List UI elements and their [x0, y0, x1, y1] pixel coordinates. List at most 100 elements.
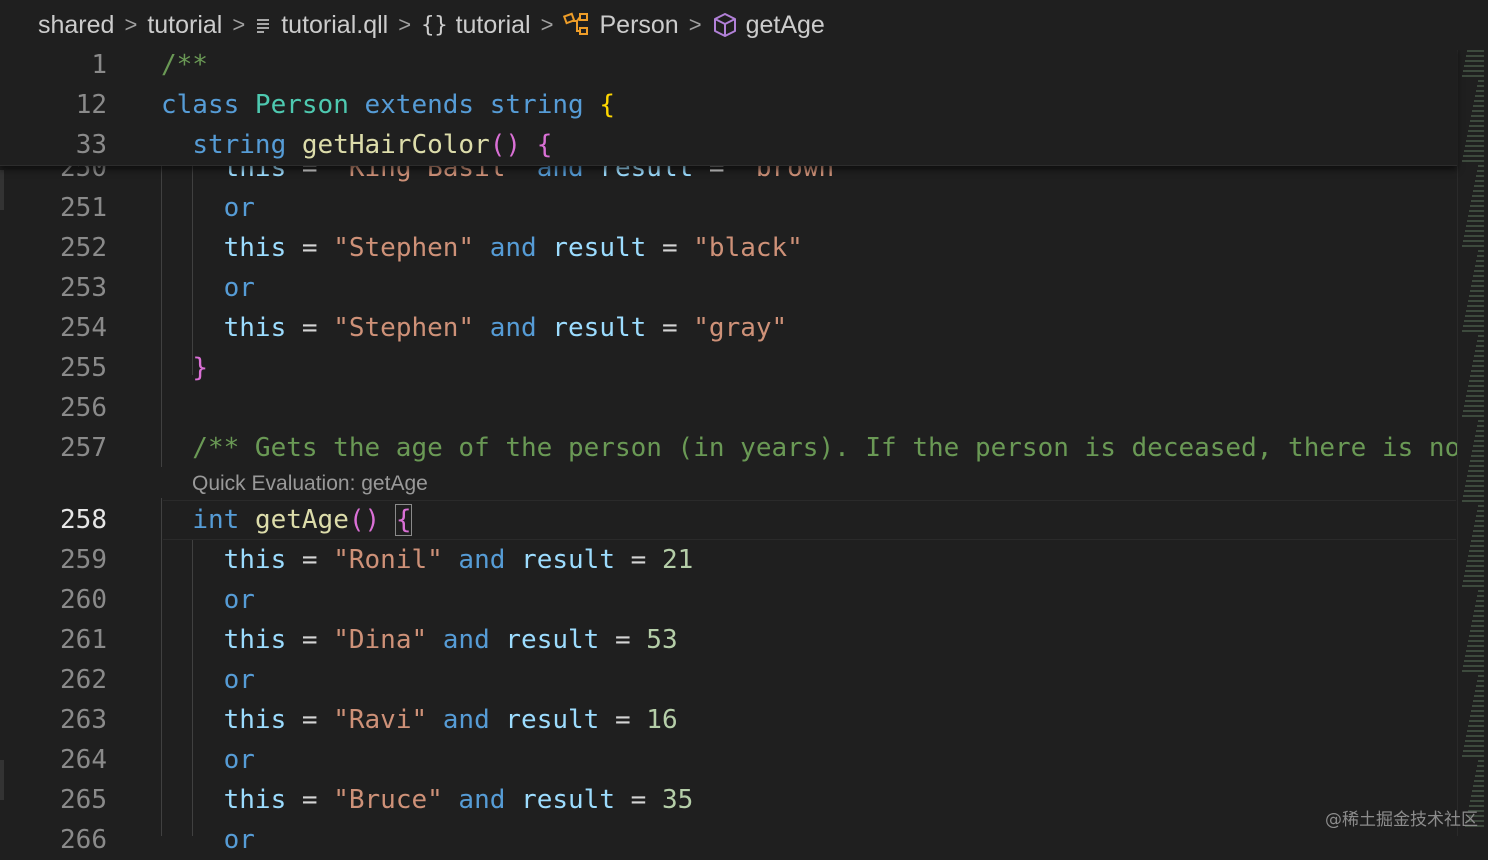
code-token: =	[286, 705, 334, 735]
code-token: {	[536, 130, 553, 160]
line-number: 259	[60, 545, 107, 575]
minimap-line	[1466, 310, 1484, 312]
line-number: 12	[75, 90, 107, 120]
code-line[interactable]: 257 /** Gets the age of the person (in y…	[0, 428, 1460, 468]
code-token: =	[286, 313, 334, 343]
code-text: or	[161, 188, 255, 228]
code-token: =	[646, 233, 694, 263]
minimap-line	[1464, 150, 1484, 152]
code-line[interactable]: 252 this = "Stephen" and result = "black…	[0, 228, 1460, 268]
minimap-line	[1471, 285, 1484, 287]
breadcrumb-item-tutorial[interactable]: tutorial	[147, 11, 222, 40]
code-token: "Ronil"	[333, 545, 443, 575]
code-token: 35	[661, 785, 694, 815]
minimap-line	[1473, 530, 1484, 532]
code-text: or	[161, 268, 255, 308]
breadcrumb-item-tutorial[interactable]: {} tutorial	[421, 11, 531, 40]
code-text: this = "Ronil" and result = 21	[161, 540, 694, 580]
code-line[interactable]: 1 /**	[0, 45, 1460, 85]
code-text: /** Gets the age of the person (in years…	[161, 428, 1460, 468]
minimap-line	[1471, 795, 1484, 797]
code-token: this	[161, 313, 287, 343]
minimap-line	[1471, 200, 1484, 202]
minimap-line	[1476, 90, 1484, 92]
minimap-line	[1469, 720, 1484, 722]
scroll-indicator	[0, 170, 4, 210]
line-number: 1	[91, 50, 107, 80]
code-token: extends	[348, 90, 490, 120]
minimap-line	[1463, 665, 1484, 667]
minimap-line	[1474, 355, 1484, 357]
code-line[interactable]: 254 this = "Stephen" and result = "gray"	[0, 308, 1460, 348]
minimap-line	[1464, 235, 1484, 237]
code-token: result	[505, 625, 600, 655]
minimap-line	[1470, 800, 1484, 802]
minimap-line	[1476, 260, 1484, 262]
code-token: /** Gets the age of the person (in years…	[161, 433, 1461, 463]
code-line[interactable]: 261 this = "Dina" and result = 53	[0, 620, 1460, 660]
minimap-line	[1472, 535, 1484, 537]
minimap-line	[1462, 75, 1484, 77]
code-line[interactable]: 33 string getHairColor() {	[0, 125, 1460, 165]
breadcrumb-separator: >	[124, 12, 138, 37]
code-token: getHairColor	[301, 130, 490, 160]
code-text: or	[161, 820, 255, 860]
minimap-line	[1472, 705, 1484, 707]
minimap-line	[1476, 770, 1484, 772]
code-lens-quick-evaluation[interactable]: Quick Evaluation: getAge	[192, 470, 428, 498]
minimap-line	[1470, 460, 1484, 462]
line-number: 261	[60, 625, 107, 655]
minimap-line	[1477, 340, 1484, 342]
code-token: }	[192, 353, 208, 383]
breadcrumb-item-tutorial-qll[interactable]: tutorial.qll	[255, 11, 388, 40]
line-number: 258	[60, 505, 107, 535]
code-token: or	[161, 273, 255, 303]
minimap-line	[1464, 660, 1484, 662]
code-token: "Stephen"	[333, 313, 475, 343]
code-line[interactable]: 262 or	[0, 660, 1460, 700]
code-line[interactable]: 259 this = "Ronil" and result = 21	[0, 540, 1460, 580]
code-line[interactable]: 266 or	[0, 820, 1460, 860]
code-line[interactable]: 255 }	[0, 348, 1460, 388]
code-line[interactable]: 264 or	[0, 740, 1460, 780]
minimap-line	[1463, 70, 1484, 72]
code-line[interactable]: 263 this = "Ravi" and result = 16	[0, 700, 1460, 740]
minimap-line	[1463, 750, 1484, 752]
line-number: 254	[60, 313, 107, 343]
minimap-line	[1466, 735, 1484, 737]
code-line[interactable]: 253 or	[0, 268, 1460, 308]
minimap-line	[1462, 245, 1484, 247]
code-token: result	[521, 785, 615, 815]
minimap[interactable]	[1457, 46, 1488, 836]
sticky-scroll-header[interactable]: 1/** 12 class Person extends string {33 st…	[0, 47, 1457, 166]
minimap-line	[1471, 710, 1484, 712]
minimap-line	[1463, 240, 1484, 242]
minimap-line	[1477, 255, 1484, 257]
minimap-line	[1466, 395, 1484, 397]
minimap-line	[1463, 410, 1484, 412]
minimap-line	[1474, 610, 1484, 612]
line-number: 256	[60, 393, 107, 423]
minimap-line	[1473, 360, 1484, 362]
code-text: this = "Dina" and result = 53	[161, 620, 678, 660]
line-number: 252	[60, 233, 107, 263]
minimap-line	[1467, 135, 1484, 137]
minimap-line	[1462, 415, 1484, 417]
minimap-line	[1476, 685, 1484, 687]
scroll-indicator	[0, 760, 4, 800]
code-token: "black"	[693, 233, 803, 263]
breadcrumb-item-getage[interactable]: getAge	[712, 11, 825, 40]
breadcrumb-label: tutorial.qll	[281, 10, 389, 39]
breadcrumb-item-person[interactable]: Person	[563, 11, 679, 40]
code-line[interactable]: 251 or	[0, 188, 1460, 228]
code-line[interactable]: 265 this = "Bruce" and result = 35	[0, 780, 1460, 820]
code-line[interactable]: 12 class Person extends string {	[0, 85, 1460, 125]
minimap-line	[1477, 510, 1484, 512]
breadcrumb-item-shared[interactable]: shared	[38, 11, 114, 40]
code-line[interactable]: 260 or	[0, 580, 1460, 620]
minimap-line	[1464, 490, 1484, 492]
code-token: =	[286, 233, 334, 263]
code-token: and	[427, 625, 506, 655]
code-line[interactable]: 256	[0, 388, 1460, 428]
